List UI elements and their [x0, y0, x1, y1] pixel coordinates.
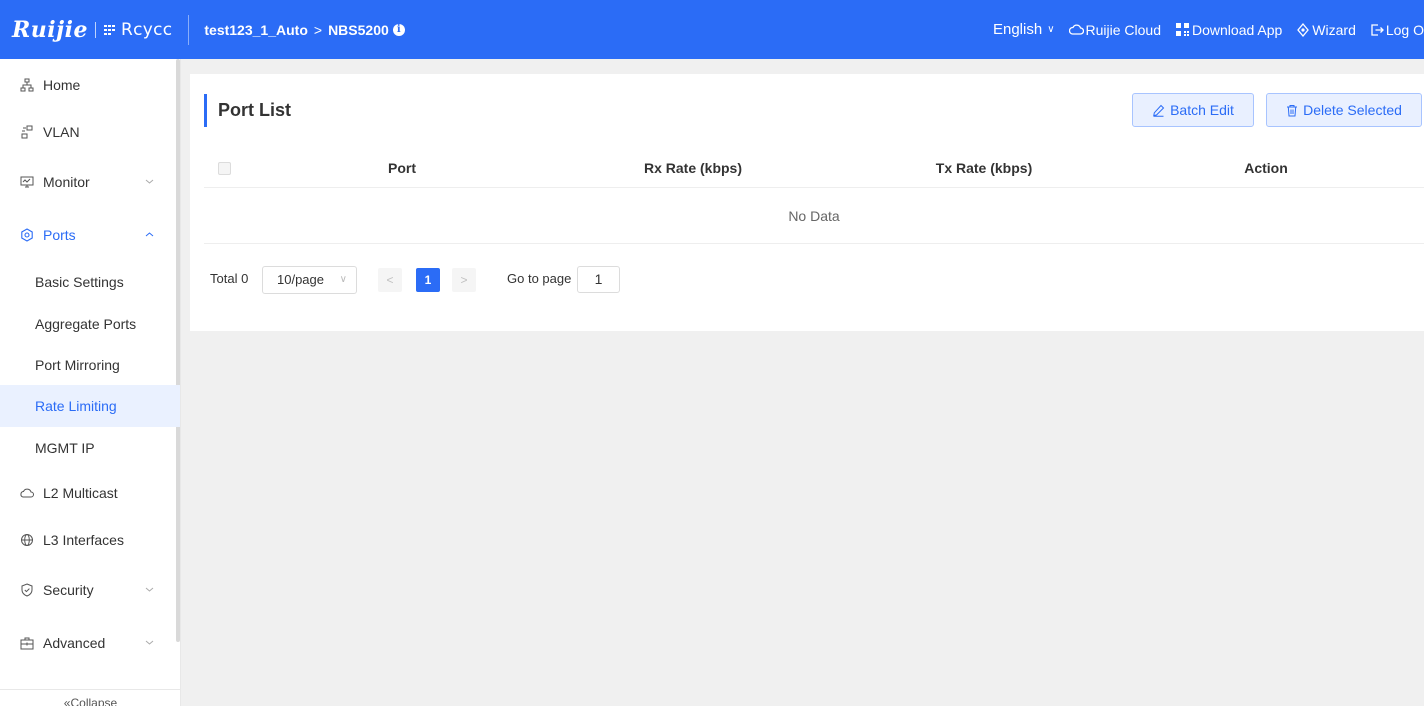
chevron-up-icon: [145, 232, 154, 237]
column-tx-rate: Tx Rate (kbps): [935, 160, 1033, 176]
sidebar-item-security[interactable]: Security: [0, 568, 176, 612]
sidebar-item-label: Monitor: [43, 174, 90, 190]
wizard-label: Wizard: [1312, 21, 1356, 38]
submenu-rate-limiting[interactable]: Rate Limiting: [0, 385, 180, 427]
shield-icon: [21, 583, 33, 597]
next-page-button[interactable]: >: [452, 268, 476, 292]
page-title: Port List: [204, 94, 291, 127]
monitor-icon: [20, 176, 34, 188]
language-label: English: [992, 21, 1043, 38]
sidebar-item-l3-interfaces[interactable]: L3 Interfaces: [0, 518, 176, 562]
sidebar-item-label: Ports: [43, 227, 76, 243]
breadcrumb: test123_1_Auto > NBS5200 i: [204, 21, 405, 38]
download-app-label: Download App: [1192, 21, 1283, 38]
sidebar-item-label: VLAN: [43, 124, 80, 140]
briefcase-icon: [20, 637, 34, 650]
top-bar: Ruijie Rcycc test123_1_Auto > NBS5200 i …: [0, 0, 1424, 59]
sidebar: Home VLAN Monitor Ports Basic Settings A…: [0, 59, 181, 706]
submenu-basic-settings[interactable]: Basic Settings: [0, 261, 180, 303]
edit-icon: [1153, 104, 1165, 117]
reyee-logo: Rcycc: [103, 20, 172, 40]
brand-logo[interactable]: Ruijie Rcycc: [0, 0, 172, 59]
delete-selected-label: Delete Selected: [1303, 102, 1402, 118]
ruijie-cloud-label: Ruijie Cloud: [1085, 21, 1161, 38]
sidebar-item-ports[interactable]: Ports: [0, 213, 176, 257]
page-number-button[interactable]: 1: [416, 268, 440, 292]
chevron-down-icon: ∨: [1047, 24, 1055, 35]
breadcrumb-separator: >: [313, 21, 323, 38]
column-port: Port: [388, 160, 416, 176]
submenu-aggregate-ports[interactable]: Aggregate Ports: [0, 303, 180, 345]
logo-separator: [94, 21, 96, 38]
cloud-icon: [1068, 24, 1084, 35]
sidebar-item-l2-multicast[interactable]: L2 Multicast: [0, 471, 176, 515]
sidebar-item-monitor[interactable]: Monitor: [0, 160, 176, 204]
breadcrumb-device: NBS5200: [328, 21, 389, 38]
goto-page-input[interactable]: 1: [577, 266, 620, 293]
empty-state: No Data: [204, 188, 1424, 244]
select-all-checkbox[interactable]: [218, 162, 231, 175]
ruijie-logo: Ruijie: [12, 16, 88, 43]
ruijie-cloud-link[interactable]: Ruijie Cloud: [1068, 21, 1161, 38]
sidebar-item-label: L2 Multicast: [43, 485, 118, 501]
column-action: Action: [1244, 160, 1288, 176]
collapse-button[interactable]: «Collapse: [0, 689, 180, 706]
sidebar-item-vlan[interactable]: VLAN: [0, 110, 176, 154]
collapse-label: Collapse: [70, 696, 118, 706]
logout-link[interactable]: Log O: [1370, 22, 1424, 38]
sidebar-item-label: Home: [43, 77, 81, 93]
wizard-link[interactable]: Wizard: [1296, 22, 1356, 38]
trash-icon: [1287, 104, 1298, 116]
prev-page-button[interactable]: <: [378, 268, 402, 292]
chevron-down-icon: [145, 640, 154, 645]
submenu-port-mirroring[interactable]: Port Mirroring: [0, 344, 180, 386]
breadcrumb-project[interactable]: test123_1_Auto: [204, 22, 308, 38]
language-select[interactable]: English ∨: [993, 21, 1055, 38]
globe-icon: [21, 534, 33, 546]
pagination: Total 0 10/page ∨ < 1 > Go to page 1: [190, 265, 690, 294]
sidebar-item-label: L3 Interfaces: [43, 532, 124, 548]
page-size-select[interactable]: 10/page ∨: [262, 266, 357, 294]
download-app-link[interactable]: Download App: [1175, 22, 1282, 38]
submenu-mgmt-ip[interactable]: MGMT IP: [0, 427, 180, 469]
vlan-icon: [21, 125, 33, 139]
logout-icon: [1371, 23, 1384, 36]
column-rx-rate: Rx Rate (kbps): [643, 160, 743, 176]
delete-selected-button[interactable]: Delete Selected: [1266, 93, 1422, 127]
reyee-mark-icon: [103, 24, 115, 35]
reyee-text: Rcycc: [120, 19, 173, 40]
port-list-card: Port List Batch Edit Delete Selected Por…: [190, 74, 1424, 331]
chevron-down-icon: [145, 179, 154, 184]
batch-edit-button[interactable]: Batch Edit: [1132, 93, 1254, 127]
ports-icon: [21, 228, 33, 242]
qr-code-icon: [1176, 23, 1189, 36]
info-icon[interactable]: i: [392, 23, 405, 36]
chevron-down-icon: ∨: [339, 274, 347, 285]
top-nav: English ∨ Ruijie Cloud Download App Wiza…: [993, 0, 1424, 59]
batch-edit-label: Batch Edit: [1170, 102, 1234, 118]
cloud-icon: [20, 488, 34, 498]
goto-page-label: Go to page: [507, 271, 572, 286]
table-header: Port Rx Rate (kbps) Tx Rate (kbps) Actio…: [204, 148, 1424, 188]
wizard-icon: [1297, 22, 1310, 37]
sidebar-item-advanced[interactable]: Advanced: [0, 621, 176, 665]
sidebar-item-label: Advanced: [43, 635, 106, 651]
total-count: Total 0: [210, 271, 249, 286]
sitemap-icon: [20, 78, 34, 92]
chevron-down-icon: [145, 587, 154, 592]
logout-label: Log O: [1385, 21, 1424, 38]
sidebar-item-home[interactable]: Home: [0, 63, 176, 107]
page-size-value: 10/page: [277, 272, 324, 287]
header-divider: [188, 14, 190, 45]
sidebar-item-label: Security: [43, 582, 94, 598]
